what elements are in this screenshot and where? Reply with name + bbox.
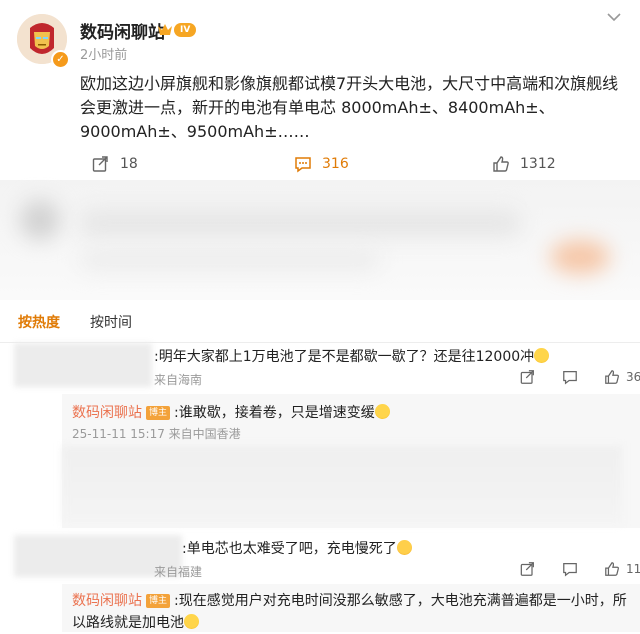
comment-icon [295, 157, 311, 173]
chevron-down-icon[interactable] [602, 8, 626, 26]
crown-vip-icon [158, 24, 172, 35]
comment-2-actions: 11 [520, 561, 640, 577]
comment-2-text: :单电芯也太难受了吧，充电慢死了 [182, 541, 397, 557]
comment-sort-tabs: 按热度 按时间 [0, 302, 640, 343]
reply-box-1: 数码闲聊站 博主:谁敢歇，接着卷，只是增速变缓 25-11-11 15:17 来自… [62, 394, 640, 528]
comment-button[interactable]: 316 [294, 154, 349, 174]
tab-hot[interactable]: 按热度 [18, 312, 60, 332]
reply-1-author[interactable]: 数码闲聊站 [72, 405, 142, 421]
tab-time[interactable]: 按时间 [90, 312, 132, 332]
author-name[interactable]: 数码闲聊站 [80, 18, 165, 43]
forward-button[interactable]: 18 [92, 154, 138, 174]
forward-count: 18 [120, 156, 138, 172]
reply-2: 数码闲聊站 博主:现在感觉用户对充电时间没那么敏感了，大电池充满普遍都是一小时，所… [72, 590, 632, 634]
thumbs-up-icon [493, 156, 509, 172]
reply-box-2: 数码闲聊站 博主:现在感觉用户对充电时间没那么敏感了，大电池充满普遍都是一小时，所… [62, 584, 640, 632]
verified-badge-icon: ✓ [51, 50, 70, 69]
comment-1-location: 来自海南 [154, 373, 203, 387]
thumbs-up-icon[interactable] [604, 369, 620, 385]
share-icon[interactable] [520, 369, 536, 385]
like-button[interactable]: 1312 [492, 154, 556, 174]
comment-1-like-count: 36 [626, 370, 640, 384]
post-text: 欧加这边小屏旗舰和影像旗舰都试模7开头大电池，大尺寸中高端和次旗舰线会更激进一点… [80, 74, 619, 141]
grin-emoji-icon [184, 614, 199, 629]
thumbs-up-icon[interactable] [604, 561, 620, 577]
comment-count: 316 [322, 156, 349, 172]
reply-1-meta: 25-11-11 15:17 来自中国香港 [72, 427, 241, 441]
level-badge: IV [174, 23, 197, 37]
share-icon[interactable] [520, 561, 536, 577]
blurred-reply-content [62, 446, 622, 524]
host-badge: 博主 [146, 406, 171, 420]
blurred-content [0, 180, 640, 300]
post-time: 2小时前 [80, 48, 128, 63]
comment-1-text: :明年大家都上1万电池了是不是都歇一歇了？还是往12000冲 [154, 349, 535, 365]
blurred-commenter [14, 343, 152, 387]
shocked-emoji-icon [396, 540, 412, 555]
host-badge: 博主 [146, 594, 171, 608]
comment-2-location: 来自福建 [154, 565, 203, 579]
comment-1-actions: 36 [520, 369, 640, 385]
comment-2: :单电芯也太难受了吧，充电慢死了 [182, 538, 412, 558]
share-icon [92, 156, 108, 172]
comment-1: :明年大家都上1万电池了是不是都歇一歇了？还是往12000冲 [154, 346, 550, 366]
post-header: ✓ 数码闲聊站 IV 2小时前 [0, 0, 640, 70]
comment-icon[interactable] [562, 369, 578, 385]
reply-1: 数码闲聊站 博主:谁敢歇，接着卷，只是增速变缓 [72, 402, 390, 422]
comment-2-like-count: 11 [626, 562, 640, 576]
grin-emoji-icon [374, 404, 390, 419]
reply-2-author[interactable]: 数码闲聊站 [72, 593, 142, 609]
reply-1-text: :谁敢歇，接着卷，只是增速变缓 [174, 405, 375, 421]
comment-icon[interactable] [562, 561, 578, 577]
like-count: 1312 [520, 156, 556, 172]
laugh-cry-emoji-icon [534, 348, 550, 363]
